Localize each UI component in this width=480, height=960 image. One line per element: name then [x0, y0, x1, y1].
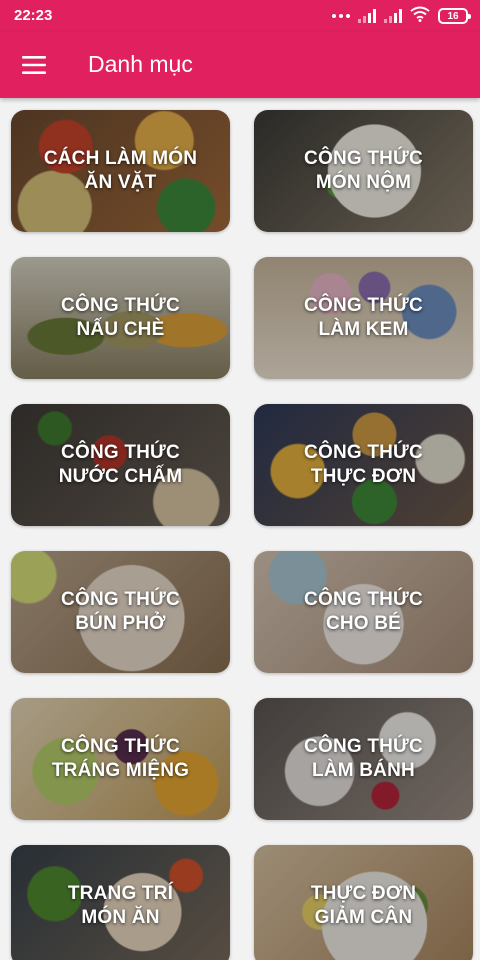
page-title: Danh mục — [88, 51, 193, 77]
menu-button[interactable] — [16, 48, 52, 82]
category-label: CÁCH LÀM MÓN ĂN VẶT — [43, 148, 198, 193]
category-card-giam-can[interactable]: THỰC ĐƠN GIẢM CÂN — [254, 845, 473, 960]
category-card-an-vat[interactable]: CÁCH LÀM MÓN ĂN VẶT — [11, 110, 230, 232]
category-card-lam-kem[interactable]: CÔNG THỨC LÀM KEM — [254, 257, 473, 379]
category-label: CÔNG THỨC TRÁNG MIỆNG — [51, 736, 190, 781]
category-label: THỰC ĐƠN GIẢM CÂN — [310, 883, 417, 928]
signal-icon-2 — [384, 9, 402, 23]
category-label: CÔNG THỨC LÀM BÁNH — [304, 736, 423, 781]
status-bar: 22:23 16 — [0, 0, 480, 32]
category-card-bun-pho[interactable]: CÔNG THỨC BÚN PHỞ — [11, 551, 230, 673]
wifi-icon — [410, 6, 430, 27]
signal-icon — [358, 9, 376, 23]
category-label: CÔNG THỨC BÚN PHỞ — [61, 589, 180, 634]
category-card-mon-nom[interactable]: CÔNG THỨC MÓN NỘM — [254, 110, 473, 232]
category-label: CÔNG THỨC NƯỚC CHẤM — [58, 442, 183, 487]
category-card-nau-che[interactable]: CÔNG THỨC NẤU CHÈ — [11, 257, 230, 379]
category-label: CÔNG THỨC NẤU CHÈ — [61, 295, 180, 340]
category-label: CÔNG THỨC MÓN NỘM — [304, 148, 423, 193]
status-icons: 16 — [332, 6, 471, 27]
category-label: TRANG TRÍ MÓN ĂN — [67, 883, 174, 928]
notification-dots-icon — [332, 14, 350, 18]
category-card-trang-mieng[interactable]: CÔNG THỨC TRÁNG MIỆNG — [11, 698, 230, 820]
status-time: 22:23 — [14, 7, 53, 24]
category-label: CÔNG THỨC THỰC ĐƠN — [304, 442, 423, 487]
battery-level: 16 — [447, 10, 459, 22]
app-bar: Danh mục — [0, 32, 480, 98]
category-grid: CÁCH LÀM MÓN ĂN VẶT CÔNG THỨC MÓN NỘM CÔNG… — [0, 98, 480, 960]
category-card-cho-be[interactable]: CÔNG THỨC CHO BÉ — [254, 551, 473, 673]
category-label: CÔNG THỨC CHO BÉ — [304, 589, 423, 634]
category-label: CÔNG THỨC LÀM KEM — [304, 295, 423, 340]
category-card-lam-banh[interactable]: CÔNG THỨC LÀM BÁNH — [254, 698, 473, 820]
battery-icon: 16 — [438, 8, 471, 24]
hamburger-menu-icon — [22, 56, 46, 74]
category-card-thuc-don[interactable]: CÔNG THỨC THỰC ĐƠN — [254, 404, 473, 526]
category-card-nuoc-cham[interactable]: CÔNG THỨC NƯỚC CHẤM — [11, 404, 230, 526]
category-card-trang-tri-mon-an[interactable]: TRANG TRÍ MÓN ĂN — [11, 845, 230, 960]
